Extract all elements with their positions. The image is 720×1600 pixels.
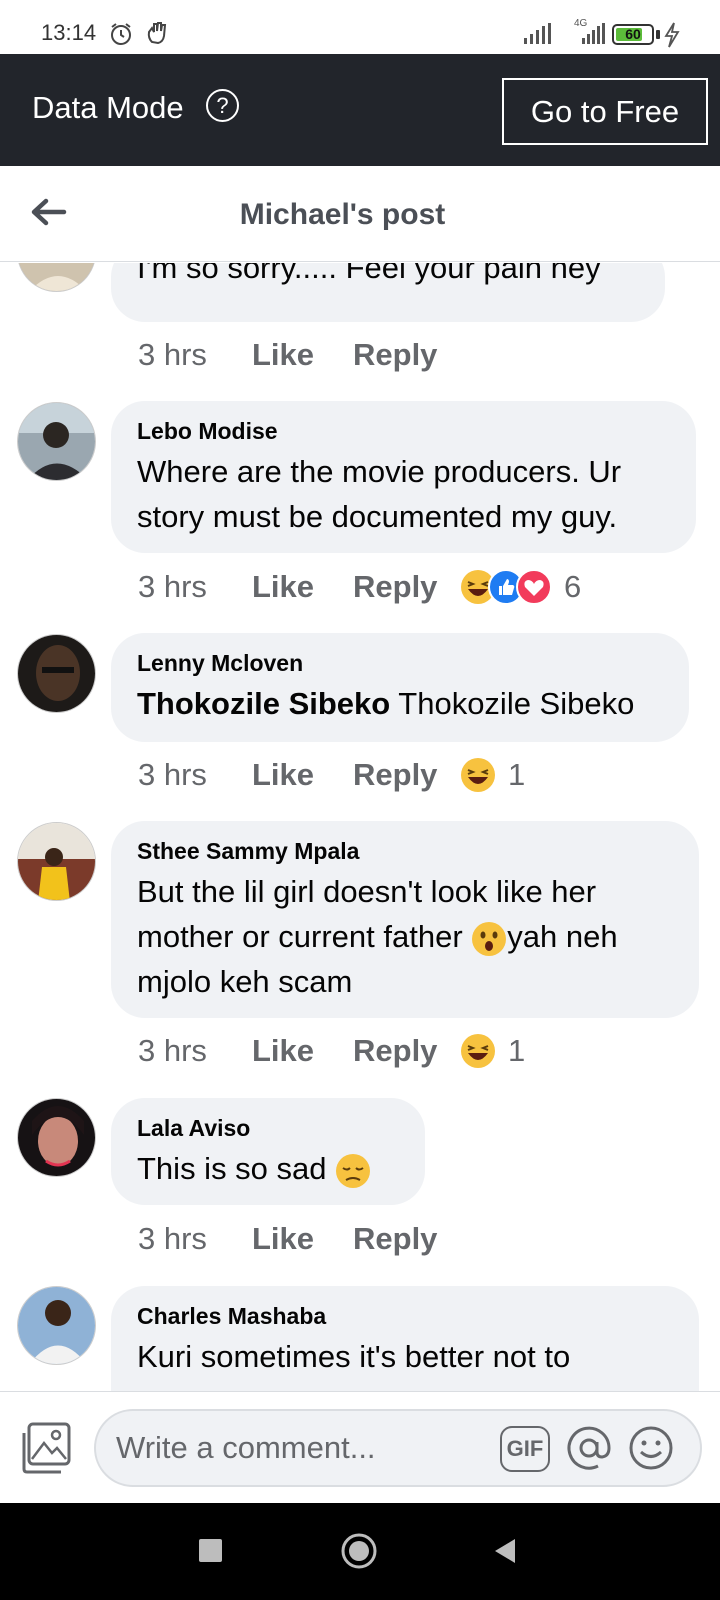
home-button[interactable] <box>341 1533 377 1569</box>
comment-author[interactable]: Lala Aviso <box>137 1114 399 1142</box>
signal-icon <box>524 23 551 44</box>
comment-text: This is so sad <box>137 1151 327 1186</box>
reply-button[interactable]: Reply <box>353 335 437 375</box>
comment-bubble[interactable]: Lala Aviso This is so sad <box>111 1098 425 1205</box>
comment-bubble[interactable]: Charles Mashaba Kuri sometimes it's bett… <box>111 1286 699 1391</box>
comment-text: Where are the movie producers. Ur story … <box>137 454 622 534</box>
surprised-emoji-icon <box>472 921 507 956</box>
reaction-count: 1 <box>508 757 526 792</box>
comment-text: Kuri sometimes it's better not to <box>137 1339 571 1374</box>
photo-icon[interactable] <box>20 1421 74 1475</box>
comment-box[interactable]: GIF <box>94 1409 702 1487</box>
comment-time: 3 hrs <box>138 1033 207 1068</box>
mention-icon[interactable] <box>564 1423 614 1473</box>
comment-time: 3 hrs <box>138 1221 207 1256</box>
comment-author[interactable]: Sthee Sammy Mpala <box>137 837 673 865</box>
reaction-summary[interactable]: 6 <box>460 569 581 605</box>
comment-bubble[interactable]: Lebo Modise Where are the movie producer… <box>111 401 696 553</box>
like-button[interactable]: Like <box>252 1031 314 1071</box>
like-button[interactable]: Like <box>252 567 314 607</box>
comment-author[interactable]: Lebo Modise <box>137 417 670 445</box>
comment-author[interactable]: Lenny Mcloven <box>137 649 663 677</box>
comment-bubble[interactable]: I'm so sorry..... Feel your pain hey <box>111 263 665 322</box>
signal-4g-icon <box>582 23 605 44</box>
reaction-summary[interactable]: 1 <box>460 757 525 793</box>
go-to-free-button[interactable]: Go to Free <box>502 78 708 145</box>
comment-text: I'm so sorry..... Feel your pain hey <box>137 263 601 285</box>
emoji-picker-icon[interactable] <box>626 1423 676 1473</box>
reply-button[interactable]: Reply <box>353 1031 437 1071</box>
avatar[interactable] <box>17 822 96 901</box>
comment-time: 3 hrs <box>138 757 207 792</box>
avatar[interactable] <box>17 1098 96 1177</box>
back-button[interactable] <box>493 1537 517 1565</box>
gif-button[interactable]: GIF <box>500 1426 550 1472</box>
reply-button[interactable]: Reply <box>353 1219 437 1259</box>
reaction-count: 6 <box>564 569 582 604</box>
avatar[interactable] <box>17 1286 96 1365</box>
battery-tip <box>656 30 660 39</box>
comment-bubble[interactable]: Lenny Mcloven Thokozile Sibeko Thokozile… <box>111 633 689 742</box>
like-button[interactable]: Like <box>252 1219 314 1259</box>
data-mode-label: Data Mode <box>32 90 184 125</box>
like-button[interactable]: Like <box>252 335 314 375</box>
battery-icon: 60 <box>612 24 654 45</box>
comment-list[interactable]: I'm so sorry..... Feel your pain hey 3 h… <box>0 263 720 1391</box>
recents-button[interactable] <box>199 1539 222 1562</box>
page-title: Michael's post <box>239 198 446 231</box>
comment-author[interactable]: Charles Mashaba <box>137 1302 673 1330</box>
status-bar: 13:14 4G 60 <box>0 0 720 54</box>
avatar[interactable] <box>17 402 96 481</box>
comment-input[interactable] <box>116 1411 486 1485</box>
comment-text: Thokozile Sibeko <box>390 686 635 721</box>
haha-emoji-icon <box>461 1034 495 1068</box>
love-emoji-icon <box>516 569 552 605</box>
reaction-count: 1 <box>508 1033 526 1068</box>
help-icon[interactable]: ? <box>206 89 239 122</box>
comment-time: 3 hrs <box>138 337 207 372</box>
battery-level: 60 <box>625 26 641 42</box>
reply-button[interactable]: Reply <box>353 755 437 795</box>
avatar[interactable] <box>17 634 96 713</box>
haha-emoji-icon <box>461 758 495 792</box>
status-time: 13:14 <box>41 20 97 45</box>
alarm-icon <box>111 23 131 45</box>
avatar[interactable] <box>17 263 96 292</box>
comment-time: 3 hrs <box>138 569 207 604</box>
hand-icon <box>147 22 167 45</box>
data-mode-bar: Data Mode ? Go to Free <box>0 54 720 166</box>
comment-bubble[interactable]: Sthee Sammy Mpala But the lil girl doesn… <box>111 821 699 1018</box>
charging-icon <box>664 22 680 48</box>
pensive-emoji-icon <box>336 1153 371 1188</box>
system-nav-bar <box>0 1503 720 1600</box>
comment-composer: GIF <box>0 1391 720 1503</box>
like-button[interactable]: Like <box>252 755 314 795</box>
reply-button[interactable]: Reply <box>353 567 437 607</box>
post-header: Michael's post <box>0 166 720 262</box>
reaction-summary[interactable]: 1 <box>460 1033 525 1069</box>
comment-mention[interactable]: Thokozile Sibeko <box>137 686 390 721</box>
